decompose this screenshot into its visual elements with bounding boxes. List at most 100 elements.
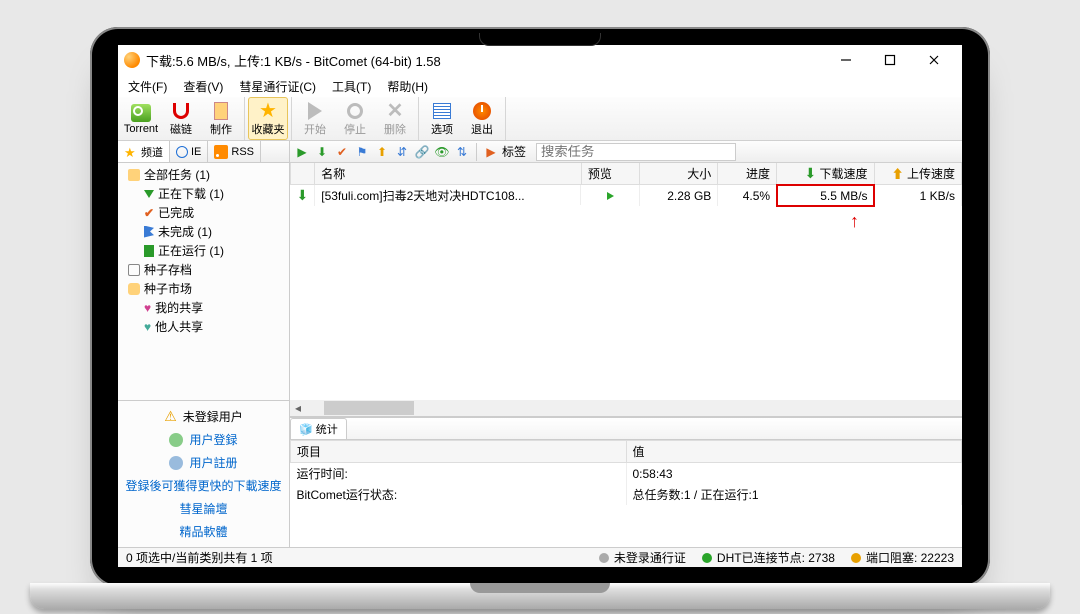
- menu-view[interactable]: 查看(V): [179, 76, 227, 97]
- mini-eye-button[interactable]: 👁: [433, 143, 451, 161]
- faster-link[interactable]: 登録後可獲得更快的下載速度: [122, 474, 285, 497]
- task-grid[interactable]: 名称 预览 大小 进度 ⬇ 下载速度 ⬆ 上传速度 ⬇ [53fuli.com]…: [290, 163, 962, 206]
- laptop-base: [30, 583, 1050, 609]
- forum-link[interactable]: 彗星論壇: [122, 497, 285, 520]
- col-dlspeed[interactable]: ⬇ 下载速度: [777, 163, 875, 185]
- tree-running[interactable]: 正在运行 (1): [118, 241, 289, 260]
- other-share-icon: ♥: [144, 320, 151, 334]
- my-share-icon: ♥: [144, 301, 151, 315]
- options-icon: [433, 103, 451, 119]
- exit-button[interactable]: 退出: [462, 97, 502, 140]
- tab-rss[interactable]: RSS: [208, 141, 261, 162]
- tags-label[interactable]: 标签: [502, 143, 526, 160]
- software-link[interactable]: 精品軟體: [122, 520, 285, 543]
- main-area: ▶ ⬇ ✔ ⚑ ⬆ ⇵ 🔗 👁 ⇅ ▶ 标签: [290, 141, 962, 547]
- col-name[interactable]: 名称: [315, 163, 582, 185]
- tree-incomplete[interactable]: 未完成 (1): [118, 222, 289, 241]
- minimize-button[interactable]: [824, 45, 868, 75]
- stats-grid[interactable]: 项目值 运行时间:0:58:43 BitComet运行状态:总任务数:1 / 正…: [290, 440, 962, 547]
- preview-play-icon[interactable]: [607, 192, 614, 200]
- mini-down-button[interactable]: ⬇: [313, 143, 331, 161]
- options-button[interactable]: 选项: [422, 97, 462, 140]
- status-dht[interactable]: DHT已连接节点: 2738: [694, 549, 843, 566]
- magnet-icon: [173, 103, 189, 119]
- tree-my-share[interactable]: ♥我的共享: [118, 298, 289, 317]
- status-passport[interactable]: 未登录通行证: [591, 549, 694, 566]
- stats-col-value[interactable]: 值: [626, 441, 962, 463]
- mini-sort-button[interactable]: ⇅: [453, 143, 471, 161]
- start-button[interactable]: 开始: [295, 97, 335, 140]
- row-name: [53fuli.com]扫毒2天地对决HDTC108...: [321, 187, 524, 204]
- horizontal-scrollbar[interactable]: ◂: [290, 400, 962, 416]
- login-button[interactable]: 用户登録: [122, 428, 285, 451]
- tab-channel[interactable]: ★频道: [118, 141, 170, 162]
- col-size[interactable]: 大小: [639, 163, 718, 185]
- body: ★频道 IE RSS 全部任务 (1) 正在下载 (1) ✔已完成 未完成 (1…: [118, 141, 962, 547]
- stats-col-item[interactable]: 项目: [291, 441, 627, 463]
- mini-link-button[interactable]: 🔗: [413, 143, 431, 161]
- stats-tab[interactable]: 🧊 统计: [290, 418, 347, 439]
- window-title: 下载:5.6 MB/s, 上传:1 KB/s - BitComet (64-bi…: [146, 51, 824, 70]
- task-toolbar: ▶ ⬇ ✔ ⚑ ⬆ ⇵ 🔗 👁 ⇅ ▶ 标签: [290, 141, 962, 163]
- mini-check-button[interactable]: ✔: [333, 143, 351, 161]
- upload-arrow-icon: ⬆: [892, 167, 904, 181]
- favorites-button[interactable]: ★收藏夹: [248, 97, 288, 140]
- register-button[interactable]: 用户註册: [122, 451, 285, 474]
- stats-icon: 🧊: [299, 423, 313, 436]
- menu-file[interactable]: 文件(F): [124, 76, 171, 97]
- mini-up-button[interactable]: ⬆: [373, 143, 391, 161]
- user-icon: [169, 433, 183, 447]
- task-row[interactable]: ⬇ [53fuli.com]扫毒2天地对决HDTC108... 2.28 GB …: [291, 185, 962, 207]
- user-panel: ⚠未登録用户 用户登録 用户註册 登録後可獲得更快的下載速度 彗星論壇 精品軟體: [118, 400, 289, 547]
- exit-icon: [473, 102, 491, 120]
- play-icon: [308, 102, 322, 120]
- make-icon: [214, 102, 228, 120]
- open-torrent-button[interactable]: Torrent: [121, 97, 161, 140]
- col-preview[interactable]: 预览: [581, 163, 639, 185]
- search-input[interactable]: [536, 143, 736, 161]
- stop-icon: [347, 103, 363, 119]
- mini-flag-button[interactable]: ⚑: [353, 143, 371, 161]
- star-icon: ★: [257, 101, 279, 121]
- separator: [476, 143, 477, 161]
- delete-icon: ✕: [384, 101, 406, 121]
- status-selection: 0 项选中/当前类别共有 1 项: [118, 549, 338, 566]
- make-torrent-button[interactable]: 制作: [201, 97, 241, 140]
- status-port[interactable]: 端口阻塞: 22223: [843, 549, 962, 566]
- col-progress[interactable]: 进度: [718, 163, 777, 185]
- tab-ie[interactable]: IE: [170, 141, 208, 162]
- tree-all-tasks[interactable]: 全部任务 (1): [118, 165, 289, 184]
- maximize-button[interactable]: [868, 45, 912, 75]
- led-green-icon: [702, 553, 712, 563]
- tree-market[interactable]: 种子市场: [118, 279, 289, 298]
- col-ulspeed[interactable]: ⬆ 上传速度: [874, 163, 961, 185]
- titlebar[interactable]: 下载:5.6 MB/s, 上传:1 KB/s - BitComet (64-bi…: [118, 45, 962, 75]
- col-icon[interactable]: [291, 163, 315, 185]
- menu-help[interactable]: 帮助(H): [383, 76, 432, 97]
- tree-downloading[interactable]: 正在下载 (1): [118, 184, 289, 203]
- close-button[interactable]: [912, 45, 956, 75]
- tree-other-share[interactable]: ♥他人共享: [118, 317, 289, 336]
- row-ulspeed: 1 KB/s: [874, 185, 961, 207]
- download-icon: [144, 190, 154, 198]
- tree-archive[interactable]: 种子存档: [118, 260, 289, 279]
- annotation-arrow-icon: ↑: [850, 211, 859, 232]
- stop-button[interactable]: 停止: [335, 97, 375, 140]
- menubar: 文件(F) 查看(V) 彗星通行证(C) 工具(T) 帮助(H): [118, 75, 962, 97]
- row-dlspeed: 5.5 MB/s: [777, 185, 875, 207]
- mini-toggle-button[interactable]: ⇵: [393, 143, 411, 161]
- rss-icon: [214, 145, 228, 159]
- magnet-button[interactable]: 磁链: [161, 97, 201, 140]
- menu-passport[interactable]: 彗星通行证(C): [235, 76, 320, 97]
- flag-icon: [144, 226, 154, 238]
- tree-done[interactable]: ✔已完成: [118, 203, 289, 222]
- laptop-frame: 下载:5.6 MB/s, 上传:1 KB/s - BitComet (64-bi…: [90, 27, 990, 587]
- row-size: 2.28 GB: [639, 185, 718, 207]
- mini-start-button[interactable]: ▶: [293, 143, 311, 161]
- led-amber-icon: [851, 553, 861, 563]
- torrent-icon: [131, 104, 151, 122]
- stats-row: 运行时间:0:58:43: [291, 463, 962, 485]
- delete-button[interactable]: ✕删除: [375, 97, 415, 140]
- menu-tools[interactable]: 工具(T): [328, 76, 375, 97]
- ie-icon: [176, 146, 188, 158]
